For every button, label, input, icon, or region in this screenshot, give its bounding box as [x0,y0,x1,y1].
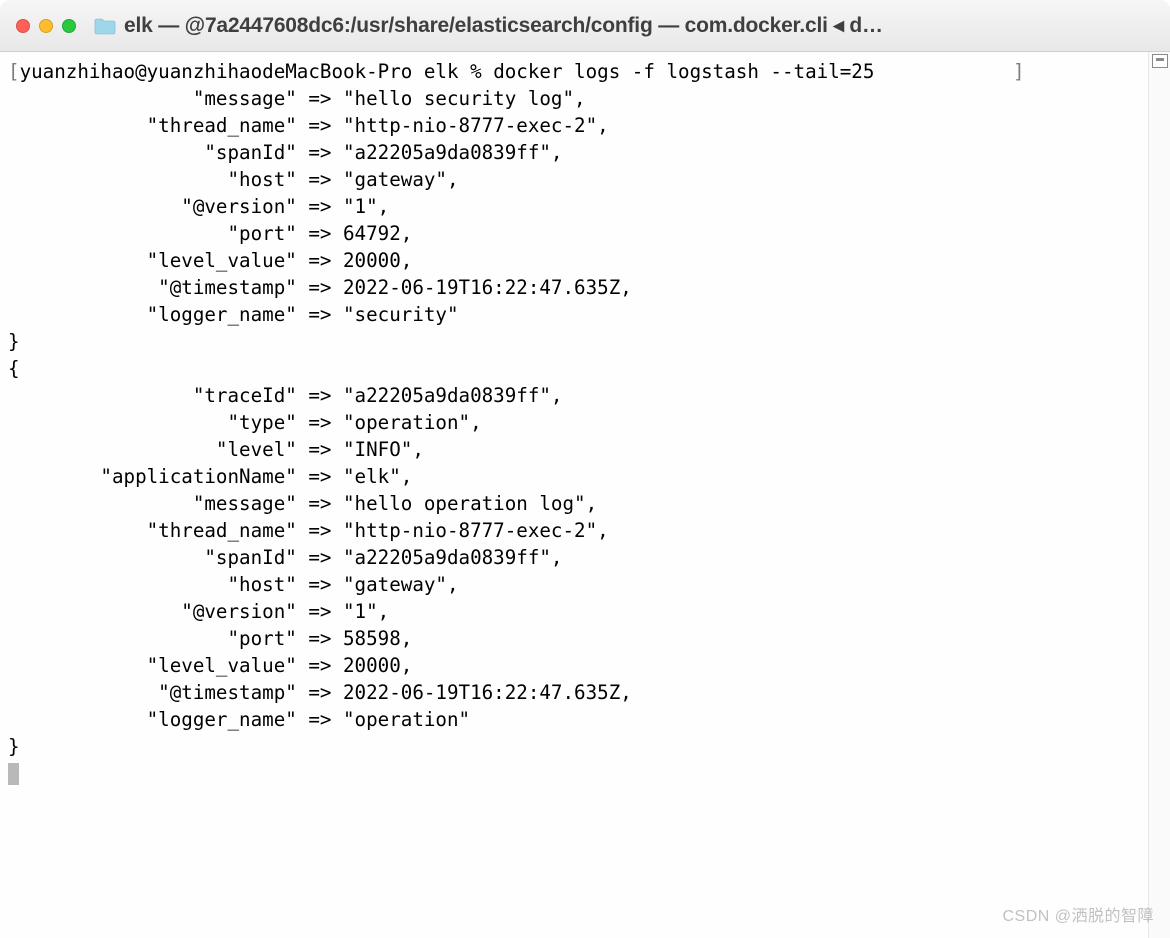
watermark-text: CSDN @洒脱的智障 [1002,902,1154,926]
traffic-lights [16,19,76,33]
close-icon[interactable] [16,19,30,33]
terminal-output[interactable]: [yuanzhihao@yuanzhihaodeMacBook-Pro elk … [0,52,1148,938]
window-titlebar: elk — @7a2447608dc6:/usr/share/elasticse… [0,0,1170,52]
content-area: [yuanzhihao@yuanzhihaodeMacBook-Pro elk … [0,52,1170,938]
minimize-icon[interactable] [39,19,53,33]
zoom-icon[interactable] [62,19,76,33]
right-gutter [1148,52,1170,938]
window-title: elk — @7a2447608dc6:/usr/share/elasticse… [124,13,1154,38]
pane-layout-icon[interactable] [1152,54,1168,68]
folder-icon [94,17,116,35]
terminal-cursor [8,763,19,785]
